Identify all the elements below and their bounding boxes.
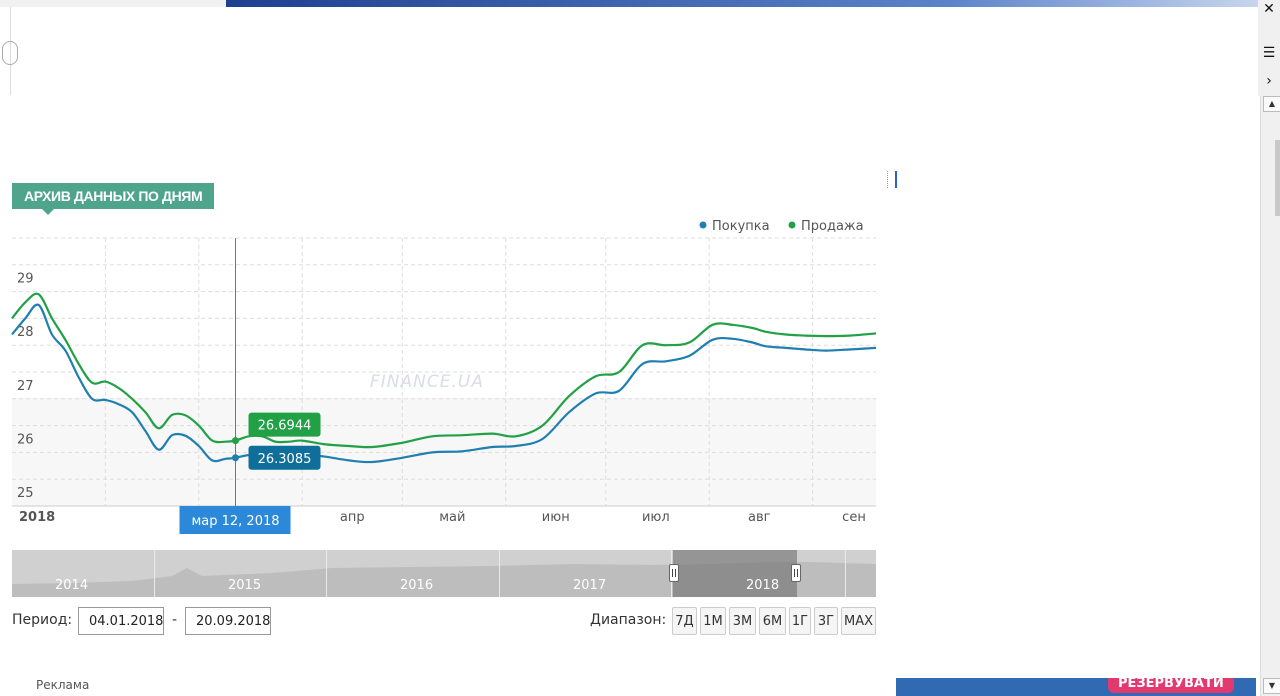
ad-label: Реклама — [36, 678, 90, 692]
exchange-rate-chart[interactable]: Покупка Продажа 25 26 27 28 29 FINANCE.UA 20… — [0, 210, 880, 540]
period-to-input[interactable]: 20.09.2018 — [185, 607, 271, 635]
scroll-down-icon[interactable]: ▼ — [1263, 678, 1280, 694]
back-button[interactable] — [0, 7, 18, 95]
close-icon[interactable]: ✕ — [1260, 0, 1278, 18]
tooltip-date-label: мар 12, 2018 — [191, 514, 279, 529]
range-max-button[interactable]: MAX — [841, 607, 876, 635]
navigator-year-label: 2016 — [400, 578, 434, 593]
legend-sell-label[interactable]: Продажа — [801, 219, 864, 234]
range-6m-button[interactable]: 6М — [759, 607, 786, 635]
text-cursor — [895, 171, 897, 188]
x-axis: 2018 апр май июн июл авг сен — [19, 510, 866, 525]
y-tick-label: 28 — [17, 325, 34, 340]
y-tick-label: 25 — [17, 486, 34, 501]
x-tick-label: сен — [842, 510, 866, 525]
scroll-up-icon[interactable]: ▲ — [1263, 96, 1280, 112]
tooltip-sell-value: 26.6944 — [258, 419, 312, 434]
navigator-year-divider — [326, 550, 327, 597]
chart-legend: Покупка Продажа — [699, 219, 864, 234]
menu-icon[interactable]: ☰ — [1260, 44, 1278, 62]
x-tick-label: июл — [642, 510, 670, 525]
period-from-input[interactable]: 04.01.2018 — [78, 607, 164, 635]
period-separator: - — [172, 612, 178, 628]
navigator-year-label: 2018 — [746, 578, 780, 593]
y-tick-label: 29 — [17, 272, 34, 287]
navigator-year-label: 2014 — [55, 578, 89, 593]
chart-watermark: FINANCE.UA — [370, 372, 484, 392]
legend-buy-marker — [699, 221, 707, 229]
y-tick-label: 26 — [17, 432, 34, 447]
section-title: АРХИВ ДАННЫХ ПО ДНЯМ — [12, 183, 215, 215]
period-label: Период: — [12, 612, 73, 628]
range-1m-button[interactable]: 1М — [700, 607, 726, 635]
x-year-label: 2018 — [19, 510, 55, 525]
x-tick-label: май — [439, 510, 465, 525]
range-1y-button[interactable]: 1Г — [789, 607, 811, 635]
tab-bar — [226, 0, 1260, 7]
window-controls: ✕ ☰ › — [1258, 0, 1280, 96]
divider — [887, 171, 890, 188]
browser-top-strip — [0, 0, 1280, 7]
legend-sell-marker — [788, 221, 796, 229]
x-tick-label: апр — [340, 510, 365, 525]
navigator-right-handle[interactable] — [791, 564, 801, 582]
navigator-year-label: 2017 — [573, 578, 607, 593]
range-navigator[interactable]: 2014 2015 2016 2017 2018 — [12, 550, 876, 597]
chevron-right-icon[interactable]: › — [1260, 72, 1278, 90]
x-tick-label: авг — [748, 510, 771, 525]
ad-banner-text[interactable]: РЕЗЕРВУВАТИ — [1108, 678, 1234, 693]
range-7d-button[interactable]: 7Д — [672, 607, 697, 635]
hover-point-sell — [232, 437, 240, 445]
navigator-year-label: 2015 — [228, 578, 262, 593]
legend-buy-label[interactable]: Покупка — [712, 219, 770, 234]
page-scrollbar[interactable]: ▲ ▼ — [1260, 96, 1280, 696]
range-3y-button[interactable]: 3Г — [814, 607, 838, 635]
navigator-year-divider — [154, 550, 155, 597]
navigator-year-divider — [845, 550, 846, 597]
hover-point-buy — [232, 454, 240, 462]
x-tick-label: июн — [542, 510, 570, 525]
navigator-left-handle[interactable] — [669, 564, 679, 582]
range-label: Диапазон: — [590, 612, 667, 628]
scroll-thumb[interactable] — [1275, 140, 1280, 216]
tooltip-buy-value: 26.3085 — [258, 452, 312, 467]
y-tick-label: 27 — [17, 379, 34, 394]
range-3m-button[interactable]: 3М — [729, 607, 756, 635]
ad-banner[interactable]: РЕЗЕРВУВАТИ — [896, 678, 1256, 696]
navigator-year-divider — [499, 550, 500, 597]
